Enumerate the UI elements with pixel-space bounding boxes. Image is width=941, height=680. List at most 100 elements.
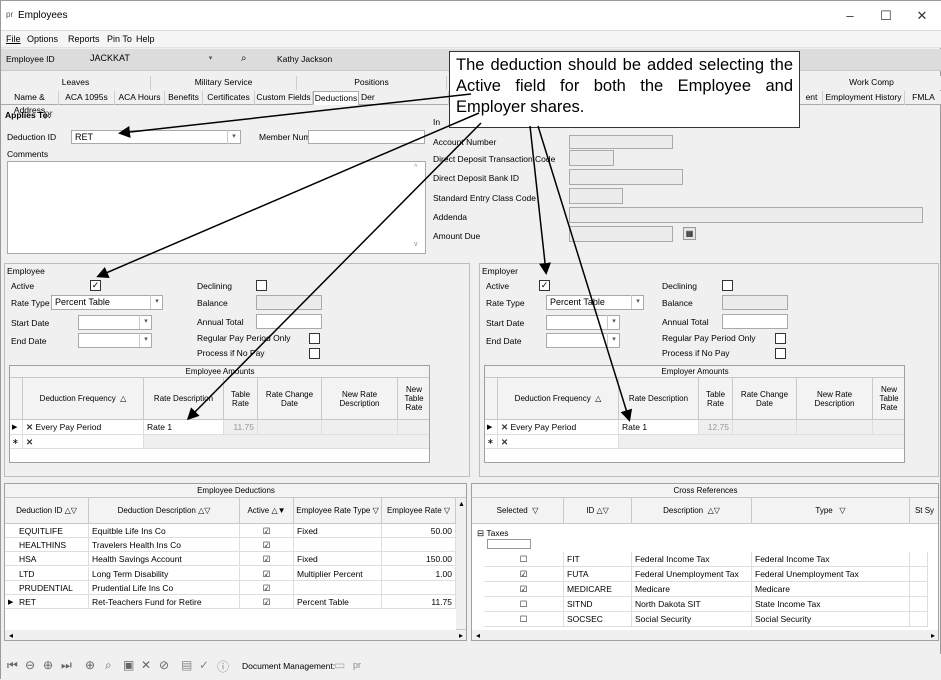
- employer-annual-total-input[interactable]: [722, 314, 788, 329]
- comments-textarea[interactable]: [7, 161, 426, 254]
- col-deduction-frequency[interactable]: Deduction Frequency △: [498, 378, 619, 420]
- save-icon[interactable]: ▣: [123, 658, 134, 672]
- maximize-button[interactable]: ☐: [868, 5, 904, 27]
- tab-certificates[interactable]: Certificates: [203, 91, 255, 105]
- cell-type[interactable]: Fixed: [294, 524, 382, 538]
- delete-icon[interactable]: ✕: [141, 658, 151, 672]
- employer-rate-type-select[interactable]: Percent Table: [546, 295, 644, 310]
- col-active[interactable]: Active △▼: [240, 498, 294, 524]
- row-selector-icon[interactable]: ▶: [485, 420, 498, 435]
- col-new-rate-description[interactable]: New Rate Description: [322, 378, 398, 420]
- new-row-icon[interactable]: ∗: [10, 435, 23, 449]
- print-icon[interactable]: ▤: [181, 658, 192, 672]
- employee-row-change-date[interactable]: [258, 420, 322, 435]
- cell-type[interactable]: Multiplier Percent: [294, 566, 382, 581]
- cell-rate[interactable]: 11.75: [382, 595, 456, 609]
- cell-type[interactable]: State Income Tax: [752, 597, 910, 612]
- tab-benefits[interactable]: Benefits: [165, 91, 203, 105]
- employee-annual-total-input[interactable]: [256, 314, 322, 329]
- col-new-rate-description[interactable]: New Rate Description: [797, 378, 873, 420]
- cell-id[interactable]: EQUITLIFE: [5, 524, 89, 538]
- employee-row-rate-desc[interactable]: Rate 1: [144, 420, 224, 435]
- dd-transaction-code-input[interactable]: [569, 150, 614, 166]
- cell-id[interactable]: HEALTHINS: [5, 538, 89, 553]
- active-checkbox[interactable]: ☑: [240, 524, 294, 538]
- cell-status[interactable]: [910, 582, 928, 597]
- tab-employment-history[interactable]: Employment History: [823, 91, 905, 105]
- menu-reports[interactable]: Reports: [68, 34, 100, 44]
- col-deduction-description[interactable]: Deduction Description △▽: [89, 498, 240, 524]
- cell-type[interactable]: Fixed: [294, 552, 382, 567]
- folder-icon[interactable]: ▭: [334, 658, 345, 672]
- cell-type[interactable]: Medicare: [752, 582, 910, 597]
- cell-status[interactable]: [910, 612, 928, 627]
- first-record-icon[interactable]: ⏮: [7, 658, 18, 673]
- close-button[interactable]: ✕: [904, 5, 940, 27]
- chevron-down-icon[interactable]: ▾: [607, 333, 620, 347]
- tab-fmla[interactable]: FMLA: [905, 91, 941, 105]
- employee-row-new-rate[interactable]: [398, 420, 429, 435]
- tab-deductions[interactable]: Deductions: [313, 91, 359, 105]
- active-checkbox[interactable]: ☑: [240, 538, 294, 553]
- col-rate-description[interactable]: Rate Description: [619, 378, 699, 420]
- col-rate-description[interactable]: Rate Description: [144, 378, 224, 420]
- cell-desc[interactable]: North Dakota SIT: [632, 597, 752, 612]
- employer-row-new-desc[interactable]: [797, 420, 873, 435]
- scroll-left-icon[interactable]: ◂: [476, 631, 480, 640]
- cell-desc[interactable]: Medicare: [632, 582, 752, 597]
- col-description[interactable]: Description △▽: [632, 498, 752, 524]
- tab-work-comp[interactable]: Work Comp: [801, 76, 941, 90]
- cell-type[interactable]: Federal Income Tax: [752, 552, 910, 567]
- cell-status[interactable]: [910, 552, 928, 567]
- account-number-input[interactable]: [569, 135, 673, 149]
- tab-positions[interactable]: Positions: [297, 76, 447, 90]
- row-selector-icon[interactable]: ▶: [8, 598, 13, 606]
- scroll-up-icon[interactable]: ^: [414, 164, 417, 171]
- scroll-left-icon[interactable]: ◂: [9, 631, 13, 640]
- tab-aca-hours[interactable]: ACA Hours: [115, 91, 165, 105]
- cell-desc[interactable]: Travelers Health Ins Co: [89, 538, 240, 553]
- new-row-frequency[interactable]: ✕: [23, 435, 144, 449]
- new-row-fill[interactable]: [144, 435, 429, 449]
- cell-rate[interactable]: [382, 538, 456, 553]
- next-record-icon[interactable]: ⊕: [43, 658, 53, 672]
- new-row-icon[interactable]: ∗: [485, 435, 498, 449]
- cell-id[interactable]: SOCSEC: [564, 612, 632, 627]
- previous-record-icon[interactable]: ⊖: [25, 658, 35, 672]
- employer-declining-checkbox[interactable]: [722, 280, 733, 291]
- employer-active-checkbox[interactable]: ✓: [539, 280, 550, 291]
- col-selected[interactable]: Selected ▽: [472, 498, 564, 524]
- delete-row-icon[interactable]: ✕: [501, 422, 508, 432]
- cell-id[interactable]: HSA: [5, 552, 89, 567]
- employee-regular-pay-checkbox[interactable]: [309, 333, 320, 344]
- cell-status[interactable]: [910, 567, 928, 582]
- active-checkbox[interactable]: ☑: [240, 566, 294, 581]
- collapse-icon[interactable]: ⊟: [477, 528, 484, 538]
- tab-partial[interactable]: Der: [359, 91, 449, 105]
- col-employee-rate-type[interactable]: Employee Rate Type ▽: [294, 498, 382, 524]
- employee-row-frequency[interactable]: ✕ Every Pay Period: [23, 420, 144, 435]
- selected-checkbox[interactable]: ☐: [484, 552, 564, 567]
- cell-status[interactable]: [910, 597, 928, 612]
- tab-partial-ent[interactable]: ent: [801, 91, 823, 105]
- chevron-down-icon[interactable]: ▾: [631, 295, 644, 309]
- cell-rate[interactable]: 150.00: [382, 552, 456, 567]
- col-new-table-rate[interactable]: New Table Rate: [398, 378, 429, 420]
- cell-id[interactable]: RET: [5, 595, 89, 609]
- col-employee-rate[interactable]: Employee Rate ▽: [382, 498, 456, 524]
- deduction-id-input[interactable]: RET: [71, 130, 241, 144]
- col-table-rate[interactable]: Table Rate: [699, 378, 733, 420]
- col-deduction-frequency[interactable]: Deduction Frequency △: [23, 378, 144, 420]
- employee-balance-input[interactable]: [256, 295, 322, 310]
- employee-declining-checkbox[interactable]: [256, 280, 267, 291]
- horizontal-scrollbar[interactable]: ◂ ▸: [472, 630, 938, 640]
- employer-row-frequency[interactable]: ✕ Every Pay Period: [498, 420, 619, 435]
- menu-pin-to[interactable]: Pin To: [107, 34, 132, 44]
- cell-desc[interactable]: Ret-Teachers Fund for Retire: [89, 595, 240, 609]
- tab-name-address[interactable]: Name & Address: [1, 91, 59, 115]
- scroll-right-icon[interactable]: ▸: [931, 631, 935, 640]
- cell-desc[interactable]: Prudential Life Ins Co: [89, 580, 240, 595]
- cell-desc[interactable]: Health Savings Account: [89, 552, 240, 567]
- amount-due-input[interactable]: [569, 226, 673, 242]
- tab-custom-fields[interactable]: Custom Fields: [255, 91, 313, 105]
